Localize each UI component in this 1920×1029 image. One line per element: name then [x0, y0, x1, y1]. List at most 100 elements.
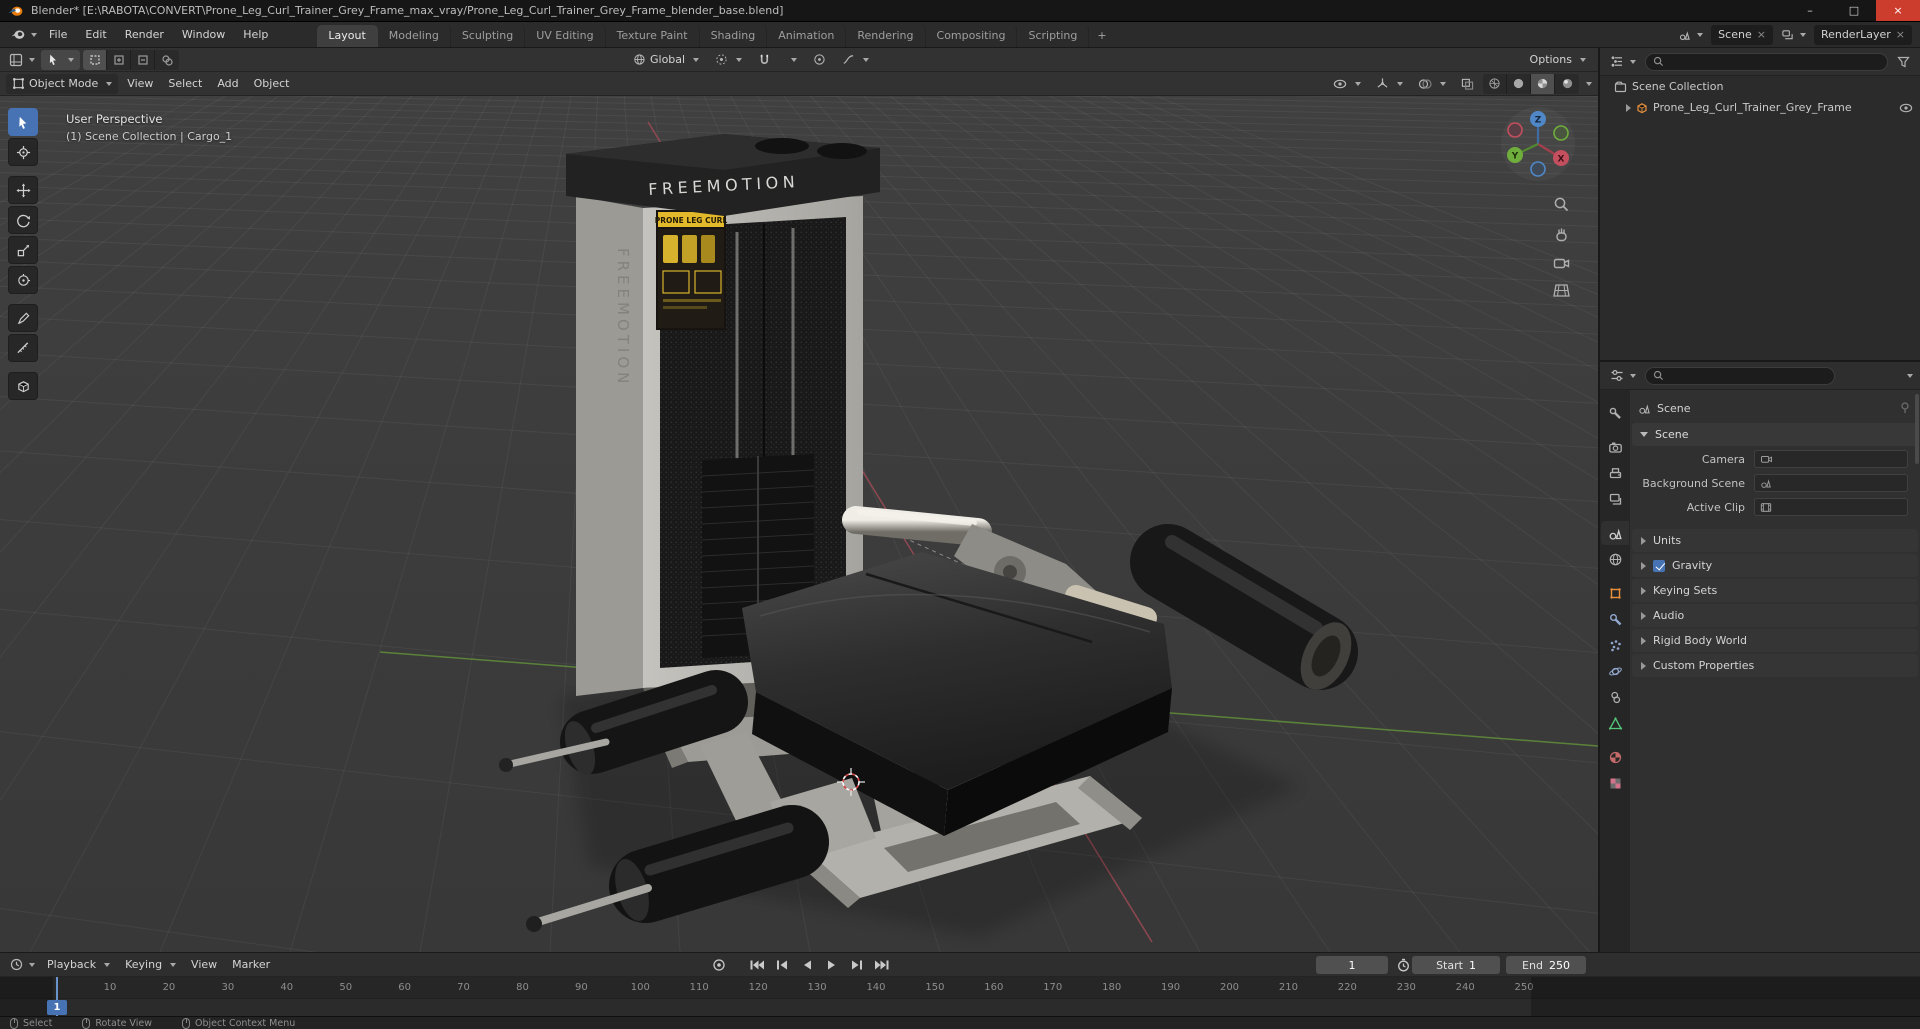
timeline-editor-type-selector[interactable]	[7, 956, 38, 973]
workspace-tab-shading[interactable]: Shading	[700, 25, 768, 47]
pan-button[interactable]	[1553, 226, 1570, 243]
tab-material[interactable]	[1601, 745, 1629, 769]
active-clip-field[interactable]	[1754, 498, 1908, 516]
browse-scene-button[interactable]	[1675, 27, 1706, 43]
panel-rigid-body-world[interactable]: Rigid Body World	[1632, 629, 1918, 652]
object-type-visibility-dropdown[interactable]	[1327, 74, 1367, 94]
tab-view-layer[interactable]	[1601, 487, 1629, 511]
overlays-dropdown[interactable]	[1412, 74, 1452, 94]
expand-icon[interactable]	[1626, 103, 1631, 112]
camera-field[interactable]	[1754, 450, 1908, 468]
tab-scene[interactable]	[1601, 521, 1629, 545]
background-scene-field[interactable]	[1754, 474, 1908, 492]
pin-icon[interactable]	[1900, 402, 1910, 414]
xray-toggle[interactable]	[1455, 74, 1480, 94]
blender-menu-button[interactable]	[8, 27, 40, 42]
tab-object[interactable]	[1601, 581, 1629, 605]
start-frame-field[interactable]: Start 1	[1412, 956, 1500, 974]
jump-to-start-button[interactable]	[746, 956, 768, 974]
snap-settings-dropdown[interactable]	[781, 50, 803, 70]
zoom-button[interactable]	[1553, 196, 1570, 213]
current-frame-field[interactable]: 1	[1316, 956, 1388, 974]
shading-dropdown-icon[interactable]	[1586, 81, 1592, 86]
workspace-tab-uv-editing[interactable]: UV Editing	[525, 25, 606, 47]
select-mode-intersect[interactable]	[155, 50, 179, 70]
tool-scale[interactable]	[8, 236, 38, 264]
options-dropdown[interactable]: Options	[1524, 50, 1592, 70]
tool-annotate[interactable]	[8, 304, 38, 332]
timeline-track[interactable]: 10 20 30 40 50 60 70 80 90 100 110 120 130 140 150 160 1…	[0, 977, 1920, 1017]
prev-keyframe-button[interactable]	[771, 956, 793, 974]
unlink-scene-icon[interactable]: ×	[1757, 29, 1766, 40]
tab-texture[interactable]	[1601, 771, 1629, 795]
close-button[interactable]: ×	[1876, 0, 1920, 21]
camera-view-button[interactable]	[1553, 256, 1570, 270]
scene-selector[interactable]: Scene ×	[1711, 24, 1773, 45]
panel-keying-sets[interactable]: Keying Sets	[1632, 579, 1918, 602]
select-mode-extend[interactable]	[107, 49, 131, 70]
menu-marker[interactable]: Marker	[226, 955, 276, 975]
browse-viewlayer-button[interactable]	[1778, 27, 1809, 43]
3d-scene[interactable]: PRONE LEG CURL FREEMOTION FREEMOTION	[0, 96, 1598, 952]
tool-transform[interactable]	[8, 266, 38, 294]
shading-wireframe-button[interactable]	[1483, 73, 1507, 94]
snap-toggle[interactable]	[752, 50, 777, 70]
hide-viewport-eye-icon[interactable]	[1899, 103, 1913, 113]
tool-move[interactable]	[8, 176, 38, 204]
end-frame-field[interactable]: End 250	[1506, 956, 1586, 974]
workspace-tab-layout[interactable]: Layout	[317, 25, 378, 47]
tab-particles[interactable]	[1601, 633, 1629, 657]
gravity-checkbox[interactable]	[1653, 559, 1665, 572]
tab-object-data[interactable]	[1601, 711, 1629, 735]
tab-physics[interactable]	[1601, 659, 1629, 683]
workspace-tab-animation[interactable]: Animation	[767, 25, 847, 47]
tab-render[interactable]	[1601, 435, 1629, 459]
auto-keying-button[interactable]	[708, 956, 730, 974]
select-mode-new[interactable]	[83, 49, 107, 70]
menu-object[interactable]: Object	[248, 74, 296, 94]
transform-orientation-dropdown[interactable]: Global	[627, 50, 705, 70]
play-button[interactable]	[821, 956, 843, 974]
panel-gravity[interactable]: Gravity	[1632, 554, 1918, 577]
outliner-row-scene-collection[interactable]: Scene Collection	[1600, 76, 1920, 97]
menu-add[interactable]: Add	[211, 74, 244, 94]
workspace-tab-scripting[interactable]: Scripting	[1017, 25, 1090, 47]
tool-measure[interactable]	[8, 334, 38, 362]
remove-viewlayer-icon[interactable]: ×	[1896, 29, 1905, 40]
menu-select[interactable]: Select	[162, 74, 208, 94]
proportional-editing-toggle[interactable]	[807, 50, 832, 70]
shading-solid-button[interactable]	[1507, 73, 1531, 94]
workspace-tab-modeling[interactable]: Modeling	[378, 25, 451, 47]
navigation-gizmo[interactable]: Z X Y	[1500, 106, 1576, 182]
tool-cursor[interactable]	[8, 138, 38, 166]
tool-add-cube[interactable]	[8, 372, 38, 400]
properties-filter-dropdown[interactable]	[1907, 373, 1913, 378]
gizmo-x-neg[interactable]	[1507, 122, 1523, 138]
tool-select-box[interactable]	[8, 108, 38, 136]
workspace-tab-compositing[interactable]: Compositing	[926, 25, 1018, 47]
properties-search-input[interactable]	[1645, 366, 1835, 385]
outliner-filter-button[interactable]	[1894, 54, 1913, 70]
viewlayer-selector[interactable]: RenderLayer ×	[1813, 24, 1912, 45]
panel-audio[interactable]: Audio	[1632, 604, 1918, 627]
select-mode-subtract[interactable]	[131, 49, 155, 70]
menu-render[interactable]: Render	[116, 25, 173, 45]
tab-tool[interactable]	[1601, 401, 1629, 425]
current-frame-badge[interactable]: 1	[47, 1000, 67, 1015]
workspace-tab-rendering[interactable]: Rendering	[846, 25, 926, 47]
menu-keying[interactable]: Keying	[119, 955, 182, 975]
properties-editor-type-selector[interactable]	[1607, 367, 1639, 384]
outliner-search-input[interactable]	[1645, 52, 1888, 71]
menu-help[interactable]: Help	[234, 25, 277, 45]
scene-panel-header[interactable]: Scene	[1632, 423, 1918, 446]
menu-playback[interactable]: Playback	[41, 955, 116, 975]
menu-window[interactable]: Window	[173, 25, 234, 45]
mode-selector[interactable]: Object Mode	[6, 73, 119, 94]
menu-timeline-view[interactable]: View	[185, 955, 223, 975]
viewport-canvas[interactable]: PRONE LEG CURL FREEMOTION FREEMOTION Use…	[0, 96, 1598, 952]
play-reverse-button[interactable]	[796, 956, 818, 974]
add-workspace-button[interactable]: +	[1089, 26, 1114, 47]
outliner-editor-type-selector[interactable]	[1607, 53, 1639, 70]
tab-world[interactable]	[1601, 547, 1629, 571]
use-preview-range-button[interactable]	[1392, 956, 1414, 974]
